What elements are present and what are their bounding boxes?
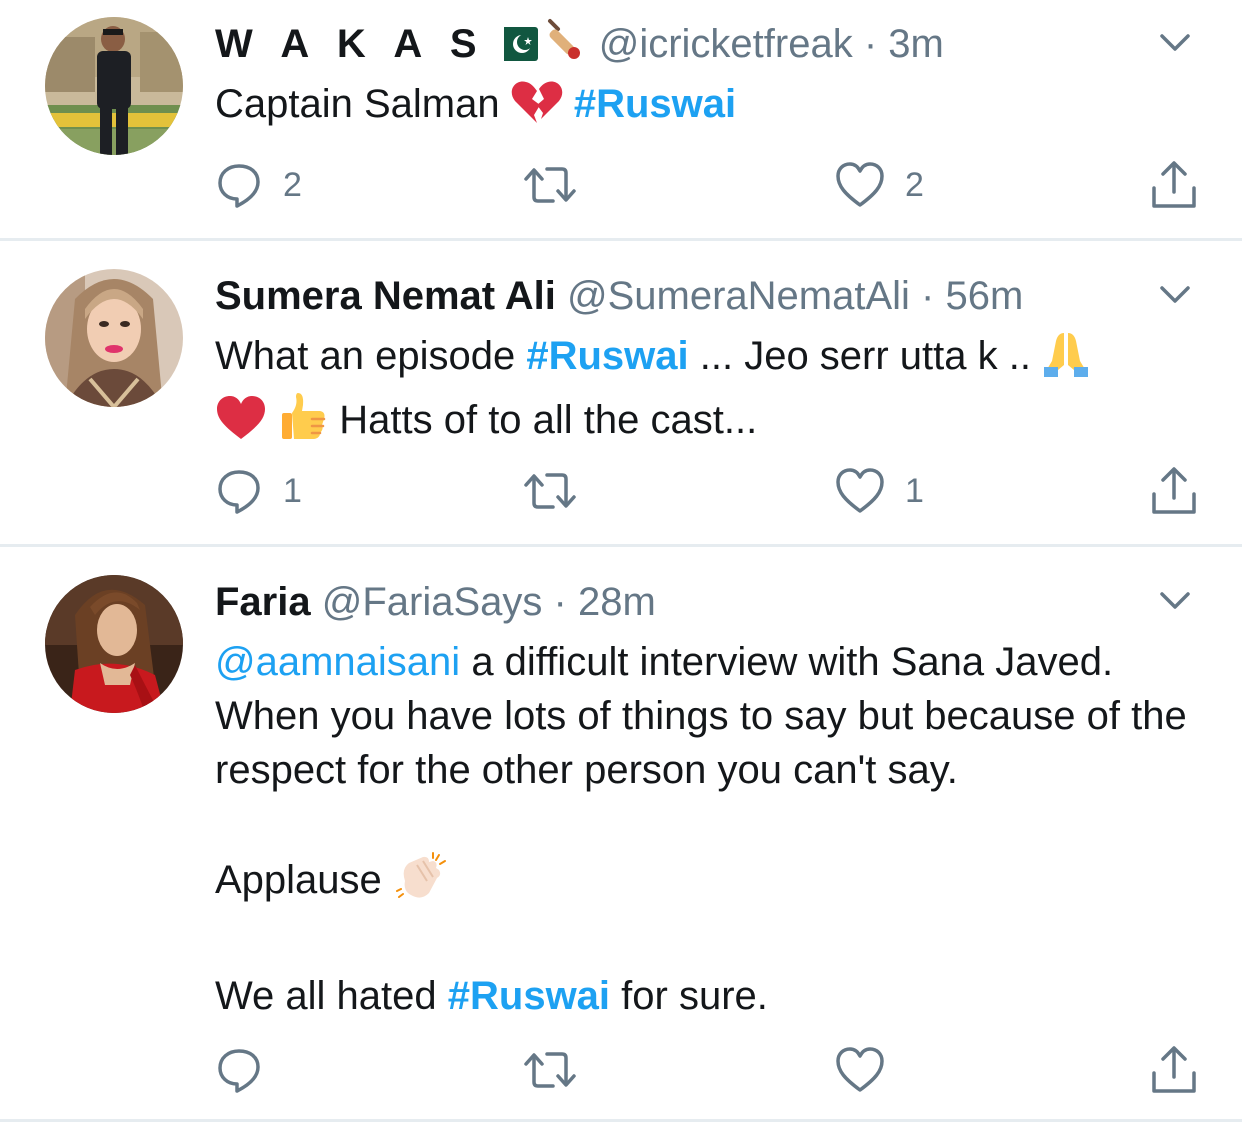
timestamp[interactable]: 28m bbox=[578, 580, 656, 624]
separator-dot: · bbox=[863, 22, 878, 66]
like-button[interactable]: 1 bbox=[835, 464, 924, 518]
folded-hands-emoji bbox=[1042, 329, 1090, 391]
avatar-photo bbox=[45, 17, 183, 155]
chevron-down-icon[interactable] bbox=[1158, 30, 1192, 54]
clapping-hands-emoji bbox=[393, 851, 449, 915]
user-handle[interactable]: @SumeraNematAli bbox=[567, 274, 910, 318]
broken-heart-emoji bbox=[511, 79, 563, 139]
hashtag-link[interactable]: #Ruswai bbox=[574, 82, 736, 126]
chevron-down-icon[interactable] bbox=[1158, 588, 1192, 612]
reply-button[interactable] bbox=[215, 1043, 283, 1097]
text-segment: Hatts of to all the cast... bbox=[339, 398, 758, 442]
share-icon bbox=[1152, 467, 1196, 514]
red-heart-emoji bbox=[215, 395, 267, 455]
display-name[interactable]: Sumera Nemat Ali bbox=[215, 274, 556, 318]
reply-button[interactable]: 2 bbox=[215, 158, 302, 212]
share-button[interactable] bbox=[1150, 464, 1198, 518]
retweet-icon bbox=[524, 473, 576, 509]
user-handle[interactable]: @icricketfreak bbox=[599, 22, 853, 66]
reply-icon bbox=[218, 470, 260, 514]
tweet-text: What an episode #Ruswai ... Jeo serr utt… bbox=[215, 329, 1202, 455]
retweet-icon bbox=[524, 1052, 576, 1088]
avatar[interactable] bbox=[45, 575, 183, 713]
reply-count: 1 bbox=[283, 471, 302, 510]
text-segment: for sure. bbox=[621, 974, 768, 1018]
retweet-button[interactable] bbox=[523, 1043, 597, 1097]
divider bbox=[0, 1119, 1242, 1122]
like-button[interactable]: 2 bbox=[835, 158, 924, 212]
text-segment: ... Jeo serr utta k .. bbox=[699, 334, 1031, 378]
timestamp[interactable]: 3m bbox=[888, 22, 944, 66]
reply-icon bbox=[218, 1049, 260, 1093]
retweet-button[interactable] bbox=[523, 158, 597, 212]
text-segment: What an episode bbox=[215, 334, 516, 378]
timestamp[interactable]: 56m bbox=[946, 274, 1024, 318]
pakistan-flag-emoji bbox=[491, 21, 538, 75]
reply-button[interactable]: 1 bbox=[215, 464, 302, 518]
tweet-text: Captain Salman #Ruswai bbox=[215, 77, 1202, 139]
retweet-icon bbox=[524, 167, 576, 203]
avatar[interactable] bbox=[45, 269, 183, 407]
separator-dot: · bbox=[921, 274, 935, 318]
text-segment: Captain Salman bbox=[215, 82, 500, 126]
tweet-header: W A K A S @icricketfreak · 3m bbox=[215, 17, 1162, 71]
separator-dot: · bbox=[553, 580, 567, 624]
share-icon bbox=[1152, 161, 1196, 208]
heart-icon bbox=[836, 162, 884, 207]
like-count: 2 bbox=[905, 165, 924, 204]
avatar-photo bbox=[45, 269, 183, 407]
hashtag-link[interactable]: #Ruswai bbox=[526, 334, 688, 378]
tweet-actions: 2 2 bbox=[215, 158, 1200, 212]
share-button[interactable] bbox=[1150, 1043, 1198, 1097]
hashtag-link[interactable]: #Ruswai bbox=[448, 974, 610, 1018]
heart-icon bbox=[836, 1047, 884, 1092]
avatar-photo bbox=[45, 575, 183, 713]
chevron-down-icon[interactable] bbox=[1158, 282, 1192, 306]
text-segment: Applause bbox=[215, 858, 382, 902]
tweet-text: @aamnaisani a difficult interview with S… bbox=[215, 635, 1202, 1023]
like-button[interactable] bbox=[835, 1043, 905, 1097]
retweet-button[interactable] bbox=[523, 464, 597, 518]
tweet-header: Sumera Nemat Ali @SumeraNematAli · 56m bbox=[215, 269, 1162, 323]
reply-count: 2 bbox=[283, 165, 302, 204]
mention-link[interactable]: @aamnaisani bbox=[215, 640, 460, 684]
tweet[interactable]: Sumera Nemat Ali @SumeraNematAli · 56m W… bbox=[0, 241, 1242, 546]
share-button[interactable] bbox=[1150, 158, 1198, 212]
heart-icon bbox=[836, 468, 884, 513]
share-icon bbox=[1152, 1046, 1196, 1093]
tweet-actions: 1 1 bbox=[215, 464, 1200, 518]
tweet[interactable]: W A K A S @icricketfreak · 3m Captain Sa… bbox=[0, 0, 1242, 240]
reply-icon bbox=[218, 164, 260, 208]
user-handle[interactable]: @FariaSays bbox=[322, 580, 543, 624]
like-count: 1 bbox=[905, 471, 924, 510]
thumbs-up-emoji bbox=[278, 391, 328, 455]
tweet-actions bbox=[215, 1043, 1200, 1097]
tweet-feed: W A K A S @icricketfreak · 3m Captain Sa… bbox=[0, 0, 1242, 1143]
cricket-bat-emoji bbox=[544, 17, 588, 75]
text-segment: We all hated bbox=[215, 974, 437, 1018]
tweet[interactable]: Faria @FariaSays · 28m @aamnaisani a dif… bbox=[0, 547, 1242, 1119]
display-name[interactable]: W A K A S bbox=[215, 22, 486, 66]
avatar[interactable] bbox=[45, 17, 183, 155]
display-name[interactable]: Faria bbox=[215, 580, 311, 624]
tweet-header: Faria @FariaSays · 28m bbox=[215, 575, 1162, 629]
